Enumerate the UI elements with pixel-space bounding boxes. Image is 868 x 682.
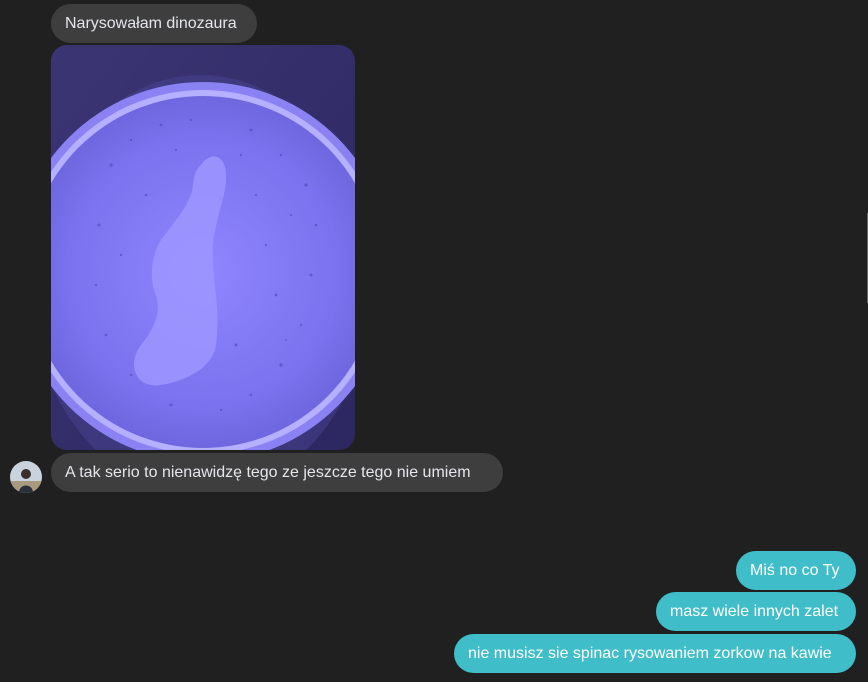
avatar-image (10, 461, 42, 493)
message-bubble-incoming[interactable]: A tak serio to nienawidzę tego ze jeszcz… (51, 453, 503, 492)
latte-art-photo[interactable] (51, 45, 355, 450)
message-bubble-outgoing[interactable]: masz wiele innych zalet (656, 592, 856, 631)
message-bubble-incoming[interactable]: Narysowałam dinozaura (51, 4, 257, 43)
chat-thread: Narysowałam dinozaura A tak serio to nie… (0, 0, 868, 682)
message-bubble-outgoing[interactable]: nie musisz sie spinac rysowaniem zorkow … (454, 634, 856, 673)
photo-image (51, 45, 355, 450)
contact-avatar[interactable] (10, 461, 42, 493)
message-bubble-outgoing[interactable]: Miś no co Ty (736, 551, 856, 590)
